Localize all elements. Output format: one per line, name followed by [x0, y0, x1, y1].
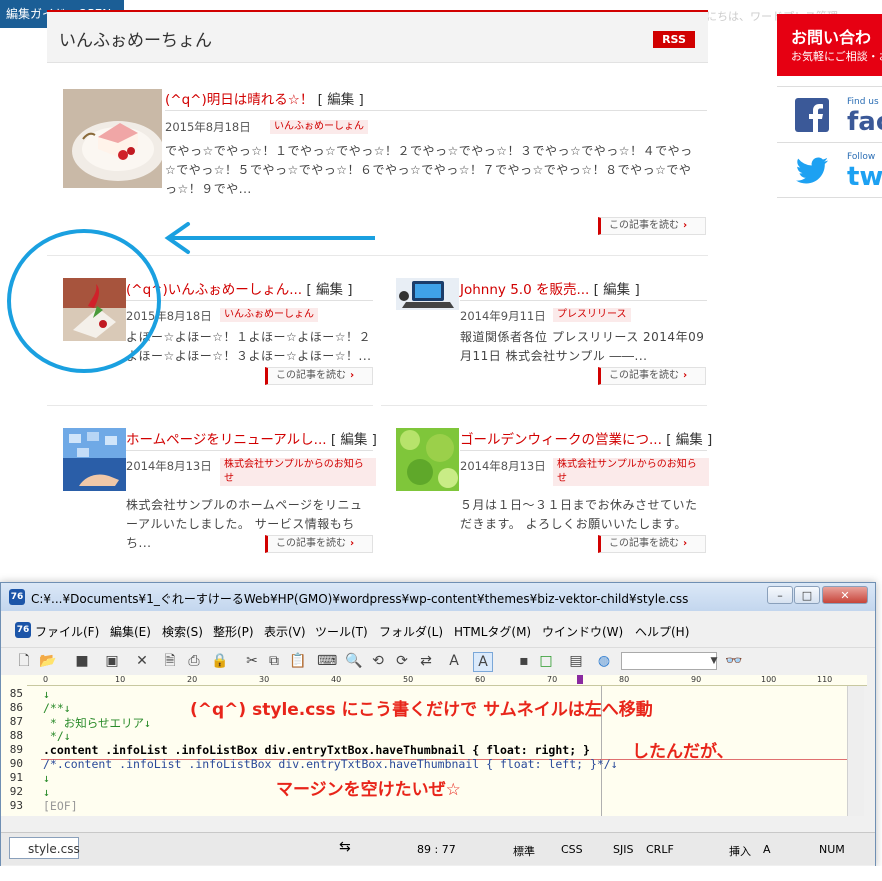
code-line-eof[interactable]: [EOF]: [43, 799, 78, 813]
annotation-text-1: (^q^) style.css にこう書くだけで サムネイルは左へ移動: [190, 700, 653, 720]
text-editor-window[interactable]: 76 C:¥...¥Documents¥1_ぐれーすけーるWeb¥HP(GMO)…: [0, 582, 876, 867]
close-button[interactable]: ✕: [822, 586, 868, 604]
binoculars-icon[interactable]: 👓: [725, 652, 743, 670]
scissors-icon[interactable]: ✂: [243, 652, 261, 670]
code-line[interactable]: /*.content .infoList .infoListBox div.en…: [43, 757, 618, 771]
vertical-scrollbar[interactable]: [847, 686, 864, 816]
menu-bar: 76 ファイル(F) 編集(E) 検索(S) 整形(P) 表示(V) ツール(T…: [1, 619, 875, 641]
line-number: 88: [9, 729, 23, 742]
code-line[interactable]: /**↓: [43, 701, 71, 715]
ruler-mark: 100: [761, 675, 777, 684]
menu-html-tag[interactable]: HTMLタグ(M): [454, 623, 531, 640]
menu-edit[interactable]: 編集(E): [110, 623, 151, 640]
outline-icon[interactable]: ⇆: [339, 839, 351, 855]
line-number: 85: [9, 687, 23, 700]
ruler-mark: 110: [817, 675, 833, 684]
search-icon[interactable]: 🔍: [345, 652, 363, 670]
menu-help[interactable]: ヘルプ(H): [635, 623, 689, 640]
code-line-current[interactable]: .content .infoList .infoListBox div.entr…: [43, 743, 590, 757]
ruler-mark: 10: [115, 675, 126, 684]
ruler-mark: 0: [43, 675, 49, 684]
search-prev-icon[interactable]: ⟲: [369, 652, 387, 670]
taskbar-strip: [0, 866, 882, 881]
menu-tools[interactable]: ツール(T): [315, 623, 368, 640]
save-icon[interactable]: ▣: [103, 652, 121, 670]
search-next-icon[interactable]: ⟳: [393, 652, 411, 670]
ruler-mark: 90: [691, 675, 702, 684]
lock-icon[interactable]: 🔒: [211, 652, 229, 670]
cut-icon[interactable]: ✕: [133, 652, 151, 670]
print-icon[interactable]: ⎙: [185, 652, 203, 670]
line-number: 92: [9, 785, 23, 798]
cursor-column-marker: [577, 675, 583, 684]
open-folder-icon[interactable]: 📂: [39, 652, 57, 670]
line-number: 90: [9, 757, 23, 770]
editor-titlebar[interactable]: 76 C:¥...¥Documents¥1_ぐれーすけーるWeb¥HP(GMO)…: [1, 583, 875, 611]
ruler-mark: 30: [259, 675, 270, 684]
syntax-select[interactable]: CSS: [561, 843, 583, 856]
menu-window[interactable]: ウインドウ(W): [542, 623, 623, 640]
minimize-button[interactable]: –: [767, 586, 793, 604]
mode-select[interactable]: 標準: [513, 843, 535, 859]
font-icon[interactable]: A: [473, 652, 493, 672]
status-bar: style.css ⇆ 89 : 77 標準 CSS SJIS CRLF 挿入 …: [1, 832, 875, 865]
line-number: 91: [9, 771, 23, 784]
keyboard-icon[interactable]: ⌨: [317, 652, 337, 670]
code-line[interactable]: ↓: [43, 687, 50, 701]
maximize-button[interactable]: □: [794, 586, 820, 604]
code-line[interactable]: ↓: [43, 785, 50, 799]
toolbar: 🗋 📂 ■ ▣ ✕ 🗎 ⎙ 🔒 ✂ ⧉ 📋 ⌨ 🔍 ⟲ ⟳ ⇄ A A ▪ □ …: [1, 647, 875, 674]
ruler-mark: 70: [547, 675, 558, 684]
cursor-position: 89 : 77: [417, 843, 456, 856]
color-icon[interactable]: ▪: [515, 652, 533, 670]
menu-format[interactable]: 整形(P): [213, 623, 254, 640]
print-preview-icon[interactable]: 🗎: [161, 652, 179, 670]
line-number: 93: [9, 799, 23, 812]
ruler-mark: 60: [475, 675, 486, 684]
editor-app-icon: 76: [9, 589, 25, 605]
highlight-circle: [7, 229, 161, 373]
stop-icon[interactable]: ■: [73, 652, 91, 670]
annotation-overlay: [7, 222, 375, 373]
ruler-mark: 80: [619, 675, 630, 684]
replace-icon[interactable]: ⇄: [417, 652, 435, 670]
toolbar-combo[interactable]: [621, 652, 717, 670]
line-number: 89: [9, 743, 23, 756]
browser-globe-icon[interactable]: ◍: [595, 652, 613, 670]
ruler-mark: 20: [187, 675, 198, 684]
window-title: C:¥...¥Documents¥1_ぐれーすけーるWeb¥HP(GMO)¥wo…: [31, 592, 689, 606]
spellcheck-icon[interactable]: A: [445, 652, 463, 670]
insert-mode[interactable]: 挿入: [729, 843, 751, 859]
box-icon[interactable]: □: [537, 652, 555, 670]
column-ruler: 0 10 20 30 40 50 60 70 80 90 100 110: [27, 675, 867, 686]
code-line[interactable]: ↓: [43, 771, 50, 785]
menu-app-icon: 76: [15, 622, 31, 638]
annotation-text-3: マージンを空けたいぜ☆: [276, 780, 461, 800]
caps-indicator: A: [763, 843, 771, 856]
ruler-mark: 50: [403, 675, 414, 684]
encoding-select[interactable]: SJIS: [613, 843, 633, 856]
ruler-mark: 40: [331, 675, 342, 684]
num-lock-indicator: NUM: [819, 843, 845, 856]
line-number: 86: [9, 701, 23, 714]
window-icon[interactable]: ▤: [567, 652, 585, 670]
file-tab[interactable]: style.css: [9, 837, 80, 859]
line-number: 87: [9, 715, 23, 728]
code-line[interactable]: */↓: [43, 729, 71, 743]
menu-search[interactable]: 検索(S): [162, 623, 203, 640]
newline-select[interactable]: CRLF: [646, 843, 674, 856]
paste-icon[interactable]: 📋: [289, 652, 307, 670]
new-file-icon[interactable]: 🗋: [15, 652, 33, 670]
copy-icon[interactable]: ⧉: [265, 652, 283, 670]
annotation-text-2: したんだが、: [632, 742, 734, 762]
menu-folder[interactable]: フォルダ(L): [379, 623, 443, 640]
chevron-down-icon[interactable]: ▼: [705, 652, 723, 670]
menu-view[interactable]: 表示(V): [264, 623, 306, 640]
menu-file[interactable]: ファイル(F): [35, 623, 99, 640]
